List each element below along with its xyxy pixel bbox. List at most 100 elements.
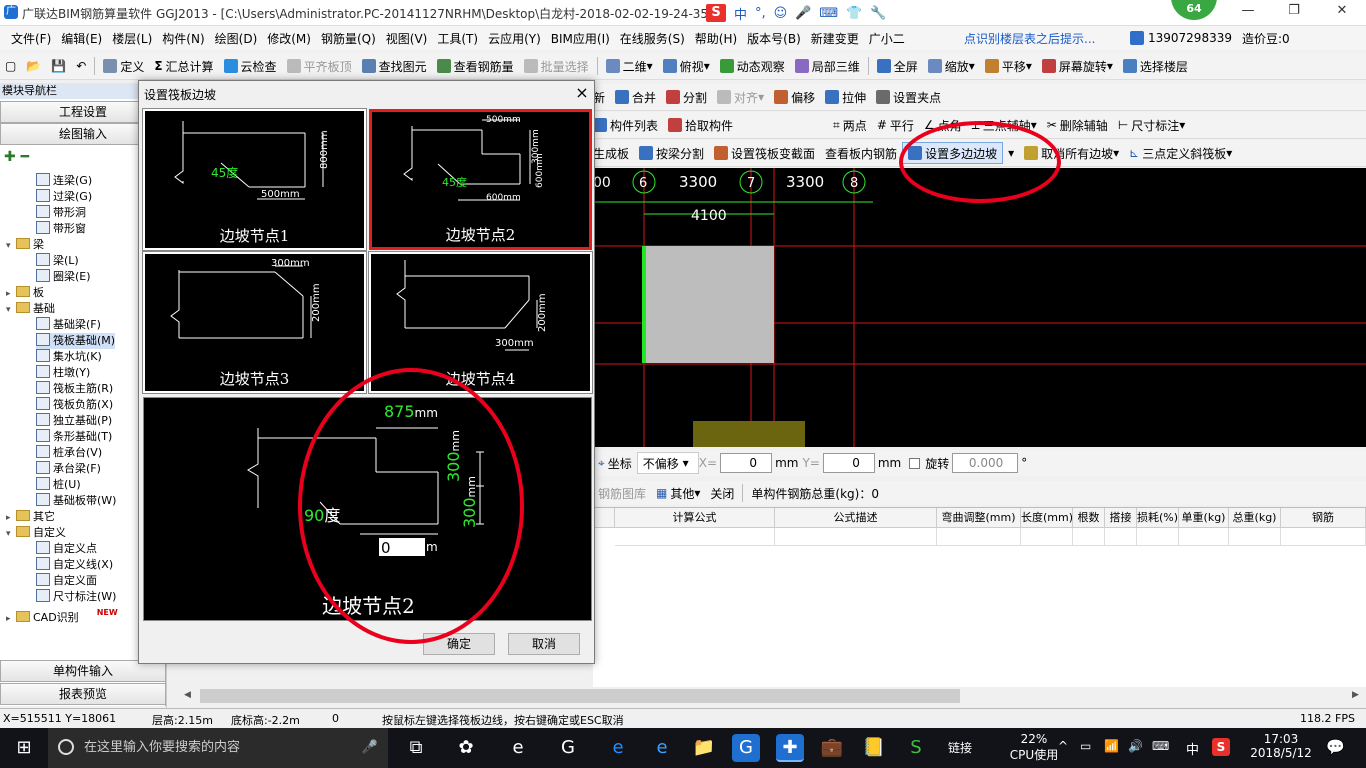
rotate-input[interactable]: 0.000 [952, 453, 1019, 473]
hint-text[interactable]: 点识别楼层表之后提示... [964, 30, 1095, 47]
tree-item[interactable]: 柱墩(Y) [36, 365, 90, 381]
define-button[interactable]: 定义 [98, 55, 149, 77]
table-header[interactable]: 长度(mm) [1021, 508, 1073, 528]
view-2d-dropdown[interactable]: 二维 ▾ [601, 55, 658, 77]
tree-item[interactable]: 筏板负筋(X) [36, 397, 113, 413]
tree-item[interactable]: 独立基础(P) [36, 413, 112, 429]
parallel-button[interactable]: # 平行 [872, 114, 919, 136]
table-header[interactable]: 搭接 [1105, 508, 1137, 528]
new-file-icon[interactable]: ▢ [0, 55, 21, 77]
menu-help[interactable]: 帮助(H) [690, 30, 742, 47]
table-cell[interactable] [1229, 528, 1281, 546]
table-cell[interactable] [937, 528, 1021, 546]
tree-item[interactable]: 基础梁(F) [36, 317, 101, 333]
tree-item[interactable]: 过梁(G) [36, 189, 92, 205]
table-cell[interactable] [1073, 528, 1105, 546]
scroll-right-icon[interactable]: ▶ [1352, 690, 1359, 700]
tree-item[interactable]: ▾ 基础 [6, 301, 55, 317]
menu-guangxiaoer[interactable]: 广小二 [864, 30, 910, 47]
menu-bim[interactable]: BIM应用(I) [546, 30, 615, 47]
table-cell[interactable] [775, 528, 937, 546]
ggj-active-icon[interactable]: ✚ [776, 734, 804, 762]
delete-axis-button[interactable]: ✂ 删除辅轴 [1042, 114, 1113, 136]
tree-item[interactable]: ▾ 自定义 [6, 525, 66, 541]
table-header[interactable]: 钢筋 [1281, 508, 1366, 528]
scroll-left-icon[interactable]: ◀ [184, 690, 191, 700]
rebar-table[interactable]: 计算公式 公式描述 弯曲调整(mm) 长度(mm) 根数 搭接 损耗(%) 单重… [593, 507, 1366, 687]
menu-draw[interactable]: 绘图(D) [210, 30, 263, 47]
ime-keyboard-icon[interactable]: ⌨ [819, 6, 838, 21]
task-view-icon[interactable]: ⧉ [402, 734, 430, 762]
ime-voice-icon[interactable]: 🎤 [795, 6, 811, 21]
tree-item[interactable]: 筏板基础(M) [36, 333, 116, 349]
volume-icon[interactable]: 🔊 [1128, 739, 1143, 753]
offset-select[interactable]: 不偏移 ▾ [636, 452, 699, 474]
align-dropdown[interactable]: 对齐 ▾ [712, 86, 769, 108]
tree-item[interactable]: 带形窗 [36, 221, 86, 237]
menu-tools[interactable]: 工具(T) [432, 30, 483, 47]
offset-button[interactable]: 偏移 [769, 86, 820, 108]
view-rebar-button[interactable]: 查看钢筋量 [432, 55, 519, 77]
table-header[interactable]: 计算公式 [615, 508, 775, 528]
table-cell[interactable] [1105, 528, 1137, 546]
local-3d-button[interactable]: 局部三维 [790, 55, 865, 77]
close-button[interactable]: 关闭 [705, 482, 739, 504]
tree-item[interactable]: 带形洞 [36, 205, 86, 221]
table-cell[interactable] [1179, 528, 1229, 546]
tray-chevron-icon[interactable]: ^ [1058, 739, 1068, 753]
mic-icon[interactable]: 🎤 [362, 728, 378, 768]
explorer-icon[interactable]: 📁 [690, 734, 718, 762]
collapse-icon[interactable]: ▾ [6, 238, 16, 254]
menu-view[interactable]: 视图(V) [381, 30, 433, 47]
select-floor-button[interactable]: 选择楼层 [1118, 55, 1193, 77]
table-header[interactable]: 损耗(%) [1137, 508, 1179, 528]
table-cell[interactable] [615, 528, 775, 546]
ime-skin-icon[interactable]: 👕 [846, 6, 862, 21]
table-header[interactable]: 根数 [1073, 508, 1105, 528]
tree-item[interactable]: 筏板主筋(R) [36, 381, 113, 397]
foundation-element[interactable] [693, 421, 805, 447]
start-icon[interactable]: ⊞ [10, 734, 38, 762]
ime-punct-icon[interactable]: °, [755, 6, 766, 21]
close-window-icon[interactable]: ✕ [1332, 3, 1352, 21]
tree-item[interactable]: ▸ 其它 [6, 509, 55, 525]
split-button[interactable]: 分割 [661, 86, 712, 108]
ime-emoji-icon[interactable]: ☺ [774, 6, 788, 21]
ie-icon[interactable]: e [504, 734, 532, 762]
menu-new-change[interactable]: 新建变更 [806, 30, 864, 47]
briefcase-icon[interactable]: 💼 [818, 734, 846, 762]
selected-slab-edge[interactable] [642, 246, 646, 363]
tree-item[interactable]: 桩(U) [36, 477, 81, 493]
component-list-button[interactable]: 构件列表 [588, 114, 663, 136]
menu-edit[interactable]: 编辑(E) [56, 30, 107, 47]
menu-version[interactable]: 版本号(B) [742, 30, 806, 47]
batch-select-button[interactable]: 批量选择 [519, 55, 594, 77]
table-cell[interactable] [1281, 528, 1366, 546]
three-point-slope-dropdown[interactable]: ⊾ 三点定义斜筏板 ▾ [1124, 142, 1237, 164]
pick-component-button[interactable]: 拾取构件 [663, 114, 738, 136]
tree-item[interactable]: 自定义面 [36, 573, 97, 589]
undo-icon[interactable]: ↶ [71, 55, 91, 77]
expand-icon[interactable]: ▸ [6, 510, 16, 526]
clock[interactable]: 17:03 2018/5/12 [1246, 732, 1316, 760]
dimension-dropdown[interactable]: ⊢ 尺寸标注 ▾ [1113, 114, 1191, 136]
expand-icon[interactable]: ▸ [6, 286, 16, 302]
table-header[interactable]: 弯曲调整(mm) [937, 508, 1021, 528]
green-app-icon[interactable]: S [902, 734, 930, 762]
stretch-button[interactable]: 拉伸 [820, 86, 871, 108]
tree-item[interactable]: 梁(L) [36, 253, 79, 269]
other-dropdown[interactable]: ▦ 其他 ▾ [651, 482, 705, 504]
slope-node-3[interactable]: 300mm 200mm 边坡节点3 [142, 251, 367, 394]
report-preview-button[interactable]: 报表预览 [0, 683, 166, 705]
ime-tools-icon[interactable]: 🔧 [870, 6, 886, 21]
tree-item[interactable]: 承台梁(F) [36, 461, 101, 477]
keyboard-icon[interactable]: ⌨ [1152, 739, 1169, 753]
menu-component[interactable]: 构件(N) [157, 30, 209, 47]
score-badge[interactable]: 64 [1171, 0, 1217, 20]
fan-app-icon[interactable]: ✿ [452, 734, 480, 762]
tree-item[interactable]: 集水坑(K) [36, 349, 102, 365]
table-header[interactable]: 单重(kg) [1179, 508, 1229, 528]
tree-item[interactable]: ▸ 板 [6, 285, 44, 301]
sogou-tray-icon[interactable]: S [1212, 738, 1230, 756]
link-label[interactable]: 链接 [948, 739, 972, 756]
